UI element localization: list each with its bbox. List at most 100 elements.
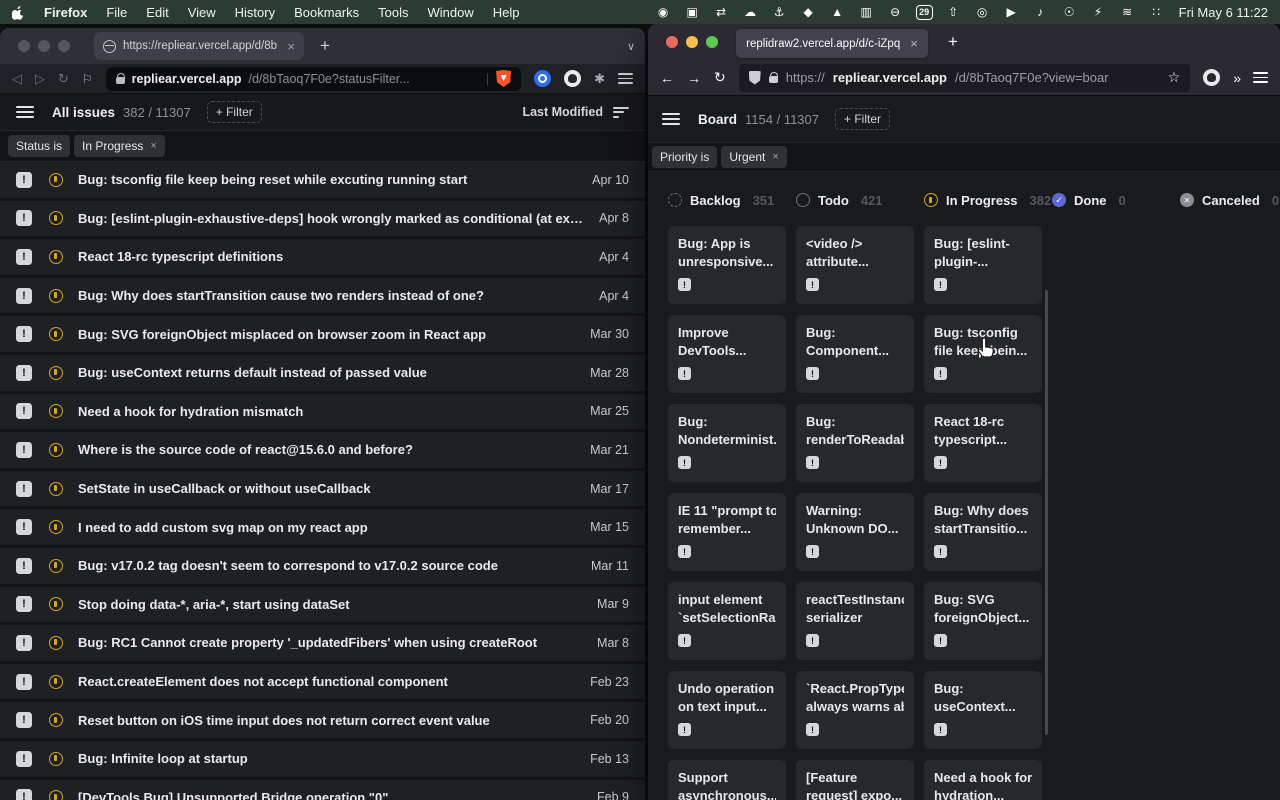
- close-window-button[interactable]: [666, 36, 678, 48]
- issue-row[interactable]: ! Bug: RC1 Cannot create property '_upda…: [0, 625, 645, 664]
- address-bar[interactable]: https:// repliear.vercel.app /d/8bTaoq7F…: [739, 64, 1190, 92]
- menu-item-window[interactable]: Window: [428, 5, 474, 20]
- issue-row[interactable]: ! Bug: useContext returns default instea…: [0, 355, 645, 394]
- issue-card[interactable]: Bug: tsconfigfile keep bein... !: [924, 315, 1042, 393]
- filter-value-chip[interactable]: Urgent ×: [721, 146, 786, 168]
- new-tab-button[interactable]: +: [320, 36, 330, 56]
- do-not-disturb-icon[interactable]: ⊖: [887, 4, 904, 20]
- zoom-window-button[interactable]: [706, 36, 718, 48]
- issue-card[interactable]: [Featurerequest] expo... !: [796, 760, 914, 800]
- warp-icon[interactable]: ▲: [829, 4, 846, 20]
- github-extension-icon[interactable]: [564, 70, 581, 87]
- sort-icon[interactable]: [613, 107, 629, 118]
- forward-button[interactable]: →: [687, 70, 701, 86]
- issue-card[interactable]: Bug:useContext... !: [924, 671, 1042, 749]
- browser-menu-icon[interactable]: [618, 73, 633, 84]
- reload-button[interactable]: ↻: [714, 69, 726, 86]
- tab-list-chevron-icon[interactable]: ∨: [627, 40, 635, 53]
- menu-clock[interactable]: Fri May 6 11:22: [1179, 5, 1268, 20]
- add-filter-button[interactable]: + Filter: [835, 108, 890, 130]
- browser-tab[interactable]: replidraw2.vercel.app/d/c-iZpq ×: [736, 29, 928, 58]
- issue-card[interactable]: Bug:renderToReadab !: [796, 404, 914, 482]
- minimize-window-button[interactable]: [38, 40, 50, 52]
- issue-row[interactable]: ! Where is the source code of react@15.6…: [0, 432, 645, 471]
- app-menu-icon[interactable]: [16, 106, 34, 118]
- window-manager-icon[interactable]: ▥: [858, 4, 875, 20]
- issue-card[interactable]: <video />attribute... !: [796, 226, 914, 304]
- remove-filter-icon[interactable]: ×: [150, 140, 156, 152]
- sort-label[interactable]: Last Modified: [522, 105, 603, 119]
- cloud-icon[interactable]: ☁: [742, 4, 759, 20]
- add-filter-button[interactable]: + Filter: [207, 101, 262, 123]
- issue-card[interactable]: Bug: App isunresponsive... !: [668, 226, 786, 304]
- reload-button[interactable]: ↻: [58, 71, 69, 87]
- close-window-button[interactable]: [18, 40, 30, 52]
- issue-card[interactable]: React 18-rctypescript... !: [924, 404, 1042, 482]
- issue-card[interactable]: Supportasynchronous... !: [668, 760, 786, 800]
- menu-item-bookmarks[interactable]: Bookmarks: [294, 5, 359, 20]
- tab-close-icon[interactable]: ×: [287, 39, 295, 54]
- issue-row[interactable]: ! Reset button on iOS time input does no…: [0, 702, 645, 741]
- docker-icon[interactable]: ⚓: [771, 4, 788, 20]
- tracking-protection-shield-icon[interactable]: [749, 71, 761, 85]
- issue-row[interactable]: ! Bug: SVG foreignObject misplaced on br…: [0, 316, 645, 355]
- issue-card[interactable]: Bug: [eslint-plugin-... !: [924, 226, 1042, 304]
- menu-item-file[interactable]: File: [106, 5, 127, 20]
- password-manager-extension-icon[interactable]: [534, 70, 551, 87]
- user-icon[interactable]: ☉: [1061, 4, 1078, 20]
- menu-item-view[interactable]: View: [188, 5, 216, 20]
- issue-card[interactable]: input element`setSelectionRa !: [668, 582, 786, 660]
- volume-icon[interactable]: ♪: [1032, 4, 1049, 20]
- issue-row[interactable]: ! React 18-rc typescript definitions Apr…: [0, 239, 645, 278]
- power-icon[interactable]: ◎: [974, 4, 991, 20]
- filter-field-chip[interactable]: Status is: [8, 135, 70, 157]
- calendar-icon[interactable]: 29: [916, 5, 933, 20]
- upload-icon[interactable]: ⇧: [945, 4, 962, 20]
- issue-card[interactable]: Bug: SVGforeignObject... !: [924, 582, 1042, 660]
- issue-card[interactable]: reactTestInstancserializer !: [796, 582, 914, 660]
- bookmark-star-icon[interactable]: ☆: [1168, 69, 1181, 86]
- column-scrollbar[interactable]: [1045, 290, 1048, 735]
- minimize-window-button[interactable]: [686, 36, 698, 48]
- filter-field-chip[interactable]: Priority is: [652, 146, 717, 168]
- menu-item-history[interactable]: History: [235, 5, 275, 20]
- back-button[interactable]: ◁: [12, 71, 22, 87]
- menu-app-name[interactable]: Firefox: [44, 5, 87, 20]
- issue-row[interactable]: ! Bug: Why does startTransition cause tw…: [0, 278, 645, 317]
- issue-row[interactable]: ! Need a hook for hydration mismatch Mar…: [0, 394, 645, 433]
- issue-row[interactable]: ! SetState in useCallback or without use…: [0, 471, 645, 510]
- issue-card[interactable]: ImproveDevTools... !: [668, 315, 786, 393]
- apple-logo-icon[interactable]: [12, 5, 28, 20]
- extensions-puzzle-icon[interactable]: ✱: [594, 71, 605, 87]
- battery-charging-icon[interactable]: ⚡: [1090, 4, 1107, 20]
- issue-card[interactable]: IE 11 "prompt toremember... !: [668, 493, 786, 571]
- issue-row[interactable]: ! I need to add custom svg map on my rea…: [0, 509, 645, 548]
- forward-button[interactable]: ▷: [35, 71, 45, 87]
- issue-card[interactable]: Bug:Nondeterminist. !: [668, 404, 786, 482]
- issue-row[interactable]: ! React.createElement does not accept fu…: [0, 664, 645, 703]
- filter-value-chip[interactable]: In Progress ×: [74, 135, 165, 157]
- menu-item-help[interactable]: Help: [493, 5, 520, 20]
- menu-item-tools[interactable]: Tools: [378, 5, 408, 20]
- toolbar-overflow-icon[interactable]: »: [1233, 70, 1240, 86]
- app-menu-icon[interactable]: [662, 113, 680, 125]
- issue-card[interactable]: Bug: Why doesstartTransitio... !: [924, 493, 1042, 571]
- issue-card[interactable]: `React.PropTypealways warns ab !: [796, 671, 914, 749]
- issue-row[interactable]: ! Bug: [eslint-plugin-exhaustive-deps] h…: [0, 201, 645, 240]
- screen-record-icon[interactable]: ◉: [655, 4, 672, 20]
- issue-row[interactable]: ! Bug: v17.0.2 tag doesn't seem to corre…: [0, 548, 645, 587]
- bookmark-icon[interactable]: ⚐: [82, 72, 93, 86]
- issue-card[interactable]: Bug:Component... !: [796, 315, 914, 393]
- github-extension-icon[interactable]: [1203, 69, 1220, 86]
- browser-tab[interactable]: https://repliear.vercel.app/d/8b ×: [94, 32, 304, 60]
- issue-row[interactable]: ! Bug: Infinite loop at startup Feb 13: [0, 741, 645, 780]
- control-center-icon[interactable]: ∷: [1148, 4, 1165, 20]
- new-tab-button[interactable]: +: [948, 32, 958, 52]
- browser-menu-icon[interactable]: [1253, 72, 1268, 83]
- issue-row[interactable]: ! Stop doing data-*, aria-*, start using…: [0, 587, 645, 626]
- sync-arrows-icon[interactable]: ⇄: [713, 4, 730, 20]
- issue-card[interactable]: Undo operationon text input... !: [668, 671, 786, 749]
- zoom-window-button[interactable]: [58, 40, 70, 52]
- camera-icon[interactable]: ▣: [684, 4, 701, 20]
- issue-card[interactable]: Need a hook forhydration... !: [924, 760, 1042, 800]
